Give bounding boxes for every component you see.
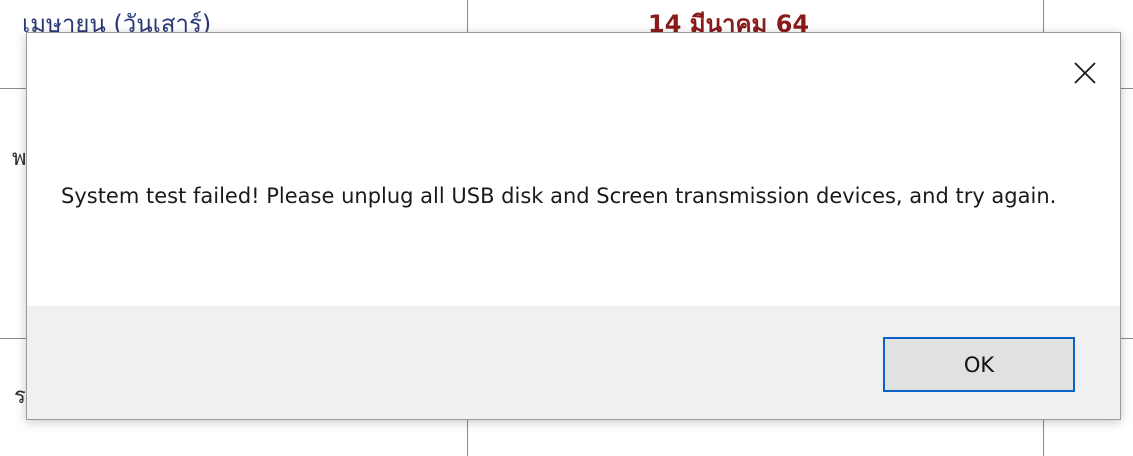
- error-message: System test failed! Please unplug all US…: [61, 184, 1057, 208]
- table-border-horizontal: [1121, 88, 1133, 89]
- error-dialog: System test failed! Please unplug all US…: [26, 32, 1121, 420]
- table-border-horizontal: [0, 88, 26, 89]
- close-icon: [1074, 62, 1096, 84]
- table-border-horizontal: [1121, 338, 1133, 339]
- ok-button[interactable]: OK: [883, 337, 1075, 392]
- dialog-content: System test failed! Please unplug all US…: [27, 33, 1120, 306]
- close-button[interactable]: [1062, 53, 1108, 93]
- dialog-footer: OK: [27, 306, 1120, 419]
- background-edge-glyph: ร: [14, 384, 26, 409]
- table-border-horizontal: [0, 338, 26, 339]
- background-edge-glyph: พ: [12, 146, 27, 171]
